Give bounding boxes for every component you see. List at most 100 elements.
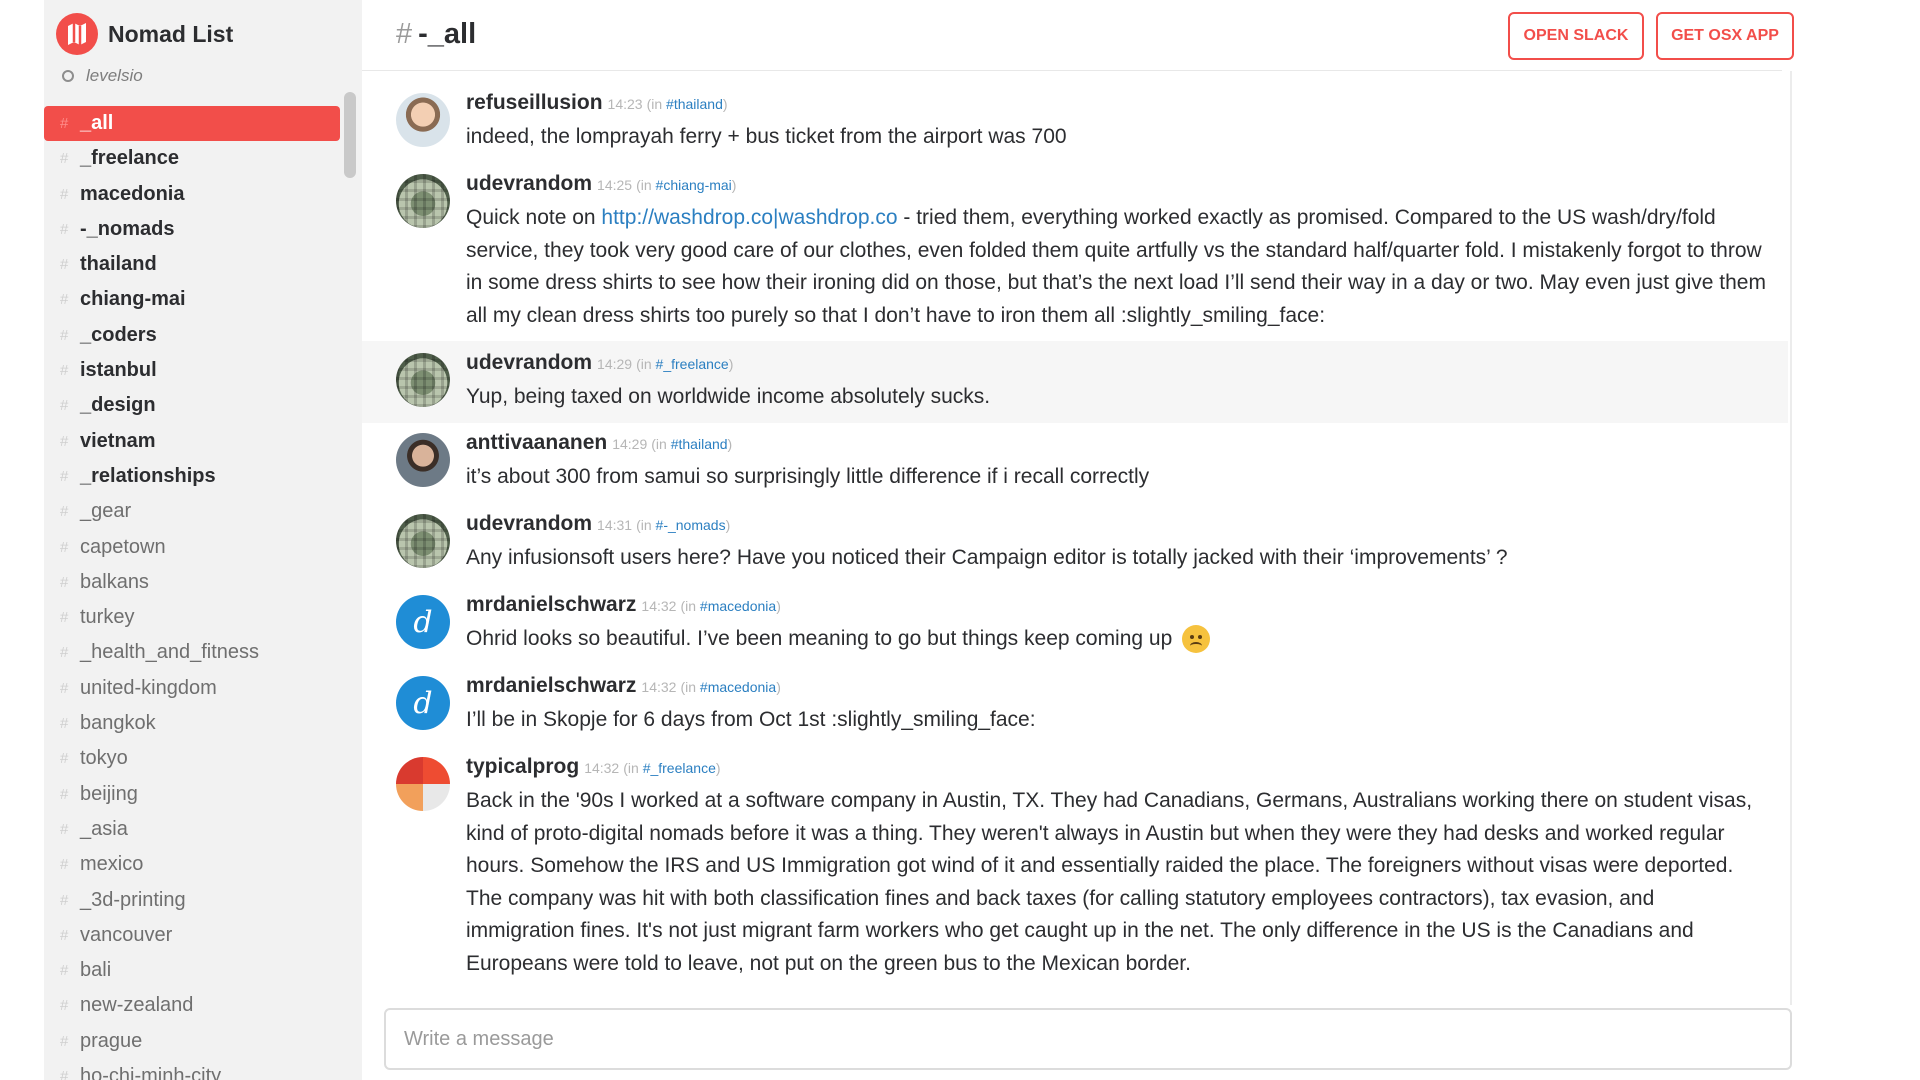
sidebar-channel-item[interactable]: # bali xyxy=(44,953,340,988)
channel-label: _coders xyxy=(80,323,157,346)
sidebar-channel-item[interactable]: # _relationships xyxy=(44,459,340,494)
sidebar-channel-item[interactable]: # istanbul xyxy=(44,353,340,388)
sidebar-channel-item[interactable]: # _health_and_fitness xyxy=(44,635,340,670)
sidebar-channel-item[interactable]: # _coders xyxy=(44,318,340,353)
sidebar-channel-item[interactable]: # beijing xyxy=(44,777,340,812)
channel-label: beijing xyxy=(80,782,138,805)
message-meta: anttivaananen 14:29 (in #thailand) xyxy=(466,431,732,455)
channel-label: thailand xyxy=(80,253,157,276)
sidebar-channel-item[interactable]: # _3d-printing xyxy=(44,883,340,918)
channel-label: prague xyxy=(80,1029,143,1052)
message-item: d mrdanielschwarz 14:32 (in #macedonia) … xyxy=(362,674,1788,734)
message-text: I’ll be in Skopje for 6 days from Oct 1s… xyxy=(466,708,1036,731)
message-channel-link[interactable]: #_freelance xyxy=(643,760,716,776)
message-time: 14:32 xyxy=(641,679,677,695)
message-channel-link[interactable]: #chiang-mai xyxy=(656,177,732,193)
avatar[interactable] xyxy=(396,433,450,487)
sidebar-channel-item[interactable]: # vietnam xyxy=(44,424,340,459)
team-header[interactable]: Nomad List xyxy=(56,12,233,56)
message-channel-ref: (in #macedonia) xyxy=(680,598,780,614)
sidebar-channel-item[interactable]: # tokyo xyxy=(44,741,340,776)
message-username[interactable]: mrdanielschwarz xyxy=(466,593,636,617)
message-time: 14:29 xyxy=(612,436,648,452)
sidebar-channel-item[interactable]: # _freelance xyxy=(44,141,340,176)
message-text: it’s about 300 from samui so surprisingl… xyxy=(466,465,1150,488)
message-time: 14:29 xyxy=(597,356,633,372)
sidebar-channel-item[interactable]: # capetown xyxy=(44,530,340,565)
sidebar-channel-item[interactable]: # thailand xyxy=(44,247,340,282)
sidebar-channel-item[interactable]: # mexico xyxy=(44,847,340,882)
avatar[interactable]: d xyxy=(396,595,450,649)
message-username[interactable]: anttivaananen xyxy=(466,431,607,455)
message-time: 14:31 xyxy=(597,517,633,533)
in-suffix: ) xyxy=(725,517,731,533)
channel-title: # -_all xyxy=(396,18,476,51)
hash-icon: # xyxy=(60,997,69,1015)
sidebar-channel-item[interactable]: # _asia xyxy=(44,812,340,847)
open-slack-button[interactable]: OPEN SLACK xyxy=(1508,12,1644,60)
avatar[interactable] xyxy=(396,757,450,811)
sidebar-channel-item[interactable]: # _design xyxy=(44,388,340,423)
message-username[interactable]: typicalprog xyxy=(466,755,579,779)
message-username[interactable]: udevrandom xyxy=(466,351,592,375)
in-prefix: (in xyxy=(636,177,656,193)
sidebar-channel-item[interactable]: # balkans xyxy=(44,565,340,600)
message-item: refuseillusion 14:23 (in #thailand) inde… xyxy=(362,91,1788,151)
hash-icon: # xyxy=(60,467,69,485)
avatar[interactable] xyxy=(396,514,450,568)
message-username[interactable]: udevrandom xyxy=(466,512,592,536)
channel-label: istanbul xyxy=(80,359,157,382)
message-channel-link[interactable]: #-_nomads xyxy=(656,517,726,533)
hash-icon: # xyxy=(60,115,69,132)
message-meta: refuseillusion 14:23 (in #thailand) xyxy=(466,91,728,115)
message-channel-ref: (in #thailand) xyxy=(651,436,732,452)
sidebar-channel-item[interactable]: # chiang-mai xyxy=(44,282,340,317)
message-link[interactable]: http://washdrop.co|washdrop.co xyxy=(601,206,897,229)
message-input[interactable] xyxy=(402,1020,1766,1058)
sidebar-channel-item[interactable]: # new-zealand xyxy=(44,988,340,1023)
sidebar: Nomad List levelsio # _all # _freelance # m… xyxy=(44,0,362,1080)
sidebar-channel-item[interactable]: # bangkok xyxy=(44,706,340,741)
presence-status-icon xyxy=(62,70,74,82)
sidebar-channel-item[interactable]: # ho-chi-minh-city xyxy=(44,1059,340,1080)
message-text: Back in the '90s I worked at a software … xyxy=(466,789,1753,975)
message-channel-link[interactable]: #macedonia xyxy=(700,598,776,614)
message-username[interactable]: udevrandom xyxy=(466,172,592,196)
channel-label: turkey xyxy=(80,606,135,629)
hash-icon: # xyxy=(60,256,69,274)
sidebar-channel-item[interactable]: # -_nomads xyxy=(44,212,340,247)
message-item: udevrandom 14:29 (in #_freelance) Yup, b… xyxy=(362,341,1788,423)
hash-icon: # xyxy=(60,820,69,838)
message-time: 14:23 xyxy=(607,96,643,112)
message-username[interactable]: refuseillusion xyxy=(466,91,603,115)
message-channel-link[interactable]: #thailand xyxy=(671,436,728,452)
channel-label: ho-chi-minh-city xyxy=(80,1065,222,1080)
hash-icon: # xyxy=(60,397,69,415)
avatar[interactable]: d xyxy=(396,676,450,730)
in-suffix: ) xyxy=(731,177,737,193)
sidebar-channel-item[interactable]: # turkey xyxy=(44,600,340,635)
avatar[interactable] xyxy=(396,353,450,407)
message-text: Quick note on http://washdrop.co|washdro… xyxy=(466,202,1766,332)
avatar[interactable] xyxy=(396,93,450,147)
message-channel-link[interactable]: #thailand xyxy=(666,96,723,112)
sidebar-channel-item[interactable]: # united-kingdom xyxy=(44,671,340,706)
sidebar-scrollbar[interactable] xyxy=(344,92,356,178)
in-prefix: (in xyxy=(651,436,671,452)
message-meta: udevrandom 14:31 (in #-_nomads) xyxy=(466,512,730,536)
message-channel-link[interactable]: #macedonia xyxy=(700,679,776,695)
get-osx-app-button[interactable]: GET OSX APP xyxy=(1656,12,1794,60)
message-channel-ref: (in #_freelance) xyxy=(636,356,733,372)
sidebar-channel-item[interactable]: # _all xyxy=(44,106,340,141)
message-username[interactable]: mrdanielschwarz xyxy=(466,674,636,698)
current-user[interactable]: levelsio xyxy=(62,66,143,86)
channel-label: chiang-mai xyxy=(80,288,186,311)
sidebar-channel-item[interactable]: # macedonia xyxy=(44,177,340,212)
avatar[interactable] xyxy=(396,174,450,228)
message-text: Any infusionsoft users here? Have you no… xyxy=(466,546,1508,569)
message-channel-link[interactable]: #_freelance xyxy=(656,356,729,372)
sidebar-channel-item[interactable]: # prague xyxy=(44,1024,340,1059)
sidebar-channel-item[interactable]: # vancouver xyxy=(44,918,340,953)
sidebar-channel-item[interactable]: # _gear xyxy=(44,494,340,529)
message-time: 14:32 xyxy=(584,760,620,776)
